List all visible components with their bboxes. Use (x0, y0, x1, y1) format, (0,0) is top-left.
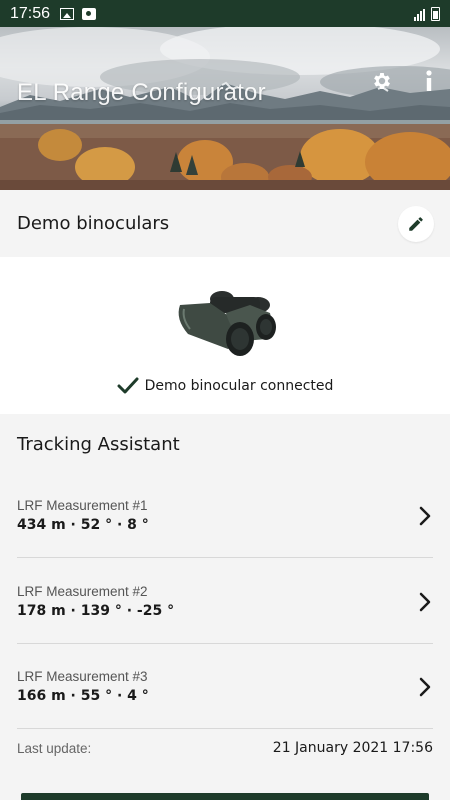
tracking-assistant-section: Tracking Assistant LRF Measurement #1 43… (0, 414, 450, 800)
media-icon (82, 7, 97, 20)
connection-status-text: Demo binocular connected (144, 378, 334, 394)
chevron-right-icon (419, 677, 431, 697)
measurement-value: 178 m · 139 ° · -25 ° (17, 603, 175, 619)
device-name: Demo binoculars (17, 213, 170, 234)
gear-icon (374, 73, 390, 89)
last-update-row: Last update: 21 January 2021 17:56 (17, 740, 433, 756)
connection-status: Demo binocular connected (0, 377, 450, 395)
checkmark-icon (117, 377, 139, 394)
measurement-value: 434 m · 52 ° · 8 ° (17, 517, 149, 533)
measurement-label: LRF Measurement #2 (17, 584, 148, 599)
status-bar: 17:56 (0, 0, 450, 27)
app-title: EL Range Configurator (17, 79, 266, 106)
photo-icon (60, 7, 75, 20)
measurement-item-2[interactable]: LRF Measurement #2 178 m · 139 ° · -25 ° (17, 558, 433, 644)
settings-button[interactable] (368, 67, 396, 95)
status-time: 17:56 (10, 4, 51, 22)
landscape-image (0, 27, 450, 190)
device-card: Demo binocular connected (0, 257, 450, 414)
section-title: Tracking Assistant (17, 434, 180, 455)
chevron-right-icon (419, 592, 431, 612)
info-button[interactable] (415, 67, 443, 95)
device-header: Demo binoculars (0, 190, 450, 257)
info-icon (426, 70, 432, 91)
binoculars-image (178, 291, 276, 356)
measurement-value: 166 m · 55 ° · 4 ° (17, 688, 149, 704)
battery-icon (431, 6, 440, 21)
measurement-item-1[interactable]: LRF Measurement #1 434 m · 52 ° · 8 ° (17, 472, 433, 558)
chevron-right-icon (419, 506, 431, 526)
header-banner: EL Range Configurator (0, 27, 450, 190)
measurement-item-3[interactable]: LRF Measurement #3 166 m · 55 ° · 4 ° (17, 643, 433, 729)
measurement-label: LRF Measurement #3 (17, 669, 148, 684)
bottom-action-button[interactable] (21, 793, 429, 800)
last-update-value: 21 January 2021 17:56 (272, 740, 433, 756)
measurement-label: LRF Measurement #1 (17, 498, 148, 513)
signal-icon (414, 8, 425, 21)
edit-device-button[interactable] (398, 206, 434, 242)
last-update-label: Last update: (17, 740, 92, 756)
pencil-icon (409, 217, 423, 231)
